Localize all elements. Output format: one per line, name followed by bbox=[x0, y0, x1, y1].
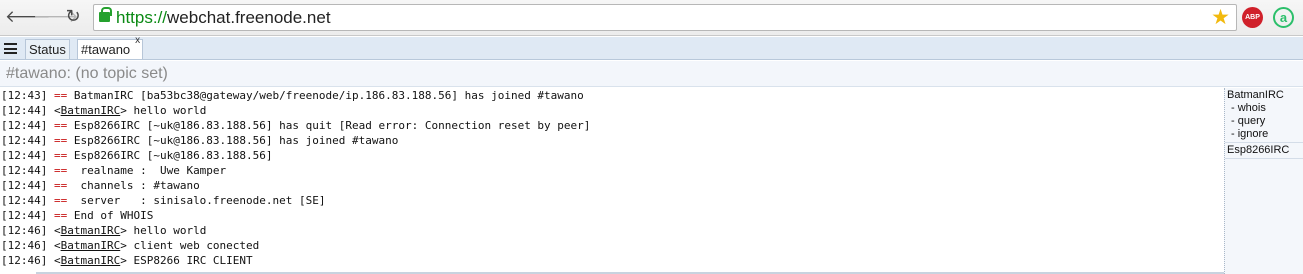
message-text: Esp8266IRC [~uk@186.83.188.56] bbox=[67, 149, 273, 162]
timestamp: [12:44] bbox=[1, 134, 48, 147]
forward-icon[interactable]: 🡒 bbox=[33, 6, 79, 28]
extension-icon[interactable]: a bbox=[1273, 7, 1294, 28]
nick-entry[interactable]: BatmanIRC - whois - query - ignore bbox=[1225, 88, 1303, 143]
timestamp: [12:44] bbox=[1, 179, 48, 192]
close-icon[interactable]: x bbox=[135, 35, 140, 47]
timestamp: [12:44] bbox=[1, 149, 48, 162]
tab-label: Status bbox=[29, 42, 66, 57]
nick-action-ignore[interactable]: - ignore bbox=[1227, 128, 1303, 141]
timestamp: [12:43] bbox=[1, 89, 48, 102]
message-text: server : sinisalo.freenode.net [SE] bbox=[67, 194, 326, 207]
log-line: [12:46] <BatmanIRC> hello world bbox=[1, 224, 207, 237]
channel-tabbar: Status #tawano x bbox=[0, 35, 1303, 60]
event-marker: == bbox=[53, 89, 68, 102]
message-nick[interactable]: BatmanIRC bbox=[61, 239, 121, 252]
hamburger-menu-icon[interactable] bbox=[4, 43, 17, 54]
event-marker: == bbox=[53, 179, 68, 192]
log-line: [12:44] == Esp8266IRC [~uk@186.83.188.56… bbox=[0, 148, 1224, 163]
log-line: [12:44] == Esp8266IRC [~uk@186.83.188.56… bbox=[0, 118, 1224, 133]
message-nick[interactable]: BatmanIRC bbox=[61, 104, 121, 117]
url-scheme: https:// bbox=[116, 8, 168, 27]
message-nick[interactable]: BatmanIRC bbox=[61, 254, 121, 267]
topic-bar: #tawano: (no topic set) bbox=[0, 61, 1303, 87]
event-marker: == bbox=[53, 194, 68, 207]
log-line: [12:46] <BatmanIRC> ESP8266 IRC CLIENT bbox=[1, 254, 253, 267]
message-text: Esp8266IRC [~uk@186.83.188.56] has quit … bbox=[67, 119, 591, 132]
message-text: hello world bbox=[126, 224, 207, 237]
log-line: [12:44] == server : sinisalo.freenode.ne… bbox=[0, 193, 1224, 208]
timestamp: [12:46] bbox=[1, 224, 48, 237]
tab-status[interactable]: Status bbox=[25, 39, 70, 59]
nick-action-query[interactable]: - query bbox=[1227, 115, 1303, 128]
tab-label: #tawano bbox=[81, 42, 131, 57]
lock-icon[interactable] bbox=[99, 7, 112, 22]
nick-entry[interactable]: Esp8266IRC bbox=[1225, 143, 1303, 159]
timestamp: [12:44] bbox=[1, 104, 48, 117]
log-line: [12:44] == realname : Uwe Kamper bbox=[0, 163, 1224, 178]
timestamp: [12:46] bbox=[1, 254, 48, 267]
event-marker: == bbox=[53, 149, 68, 162]
url-host: webchat.freenode.net bbox=[167, 8, 331, 27]
nick-name[interactable]: Esp8266IRC bbox=[1227, 144, 1303, 157]
star-icon[interactable]: ★ bbox=[1211, 6, 1230, 28]
message-text: Esp8266IRC [~uk@186.83.188.56] has joine… bbox=[67, 134, 399, 147]
message-text: End of WHOIS bbox=[67, 209, 154, 222]
log-line: [12:43] == BatmanIRC [ba53bc38@gateway/w… bbox=[0, 88, 1224, 103]
message-text: client web conected bbox=[126, 239, 260, 252]
event-marker: == bbox=[53, 164, 68, 177]
message-text: ESP8266 IRC CLIENT bbox=[126, 254, 253, 267]
nick-action-whois[interactable]: - whois bbox=[1227, 102, 1303, 115]
event-marker: == bbox=[53, 209, 68, 222]
nick-name[interactable]: BatmanIRC bbox=[1227, 89, 1303, 102]
chat-log[interactable]: [12:43] == BatmanIRC [ba53bc38@gateway/w… bbox=[0, 88, 1224, 274]
message-nick[interactable]: BatmanIRC bbox=[61, 224, 121, 237]
reload-icon[interactable]: ↻ bbox=[62, 6, 84, 28]
timestamp: [12:44] bbox=[1, 209, 48, 222]
nick-list: BatmanIRC - whois - query - ignore Esp8266IR… bbox=[1224, 88, 1303, 274]
event-marker: == bbox=[53, 119, 68, 132]
log-line: [12:44] == Esp8266IRC [~uk@186.83.188.56… bbox=[0, 133, 1224, 148]
browser-toolbar: 🡐 🡒 ↻ https://webchat.freenode.net ★ ABP… bbox=[0, 0, 1303, 36]
message-text: realname : Uwe Kamper bbox=[67, 164, 227, 177]
timestamp: [12:46] bbox=[1, 239, 48, 252]
message-text: hello world bbox=[126, 104, 207, 117]
timestamp: [12:44] bbox=[1, 119, 48, 132]
log-line: [12:46] <BatmanIRC> client web conected bbox=[1, 239, 260, 252]
log-line: [12:44] <BatmanIRC> hello world bbox=[1, 104, 207, 117]
back-icon[interactable]: 🡐 bbox=[5, 6, 51, 28]
message-text: channels : #tawano bbox=[67, 179, 200, 192]
adblock-icon[interactable]: ABP bbox=[1242, 7, 1263, 28]
message-text: BatmanIRC [ba53bc38@gateway/web/freenode… bbox=[67, 89, 584, 102]
timestamp: [12:44] bbox=[1, 194, 48, 207]
channel-topic: #tawano: (no topic set) bbox=[6, 65, 168, 82]
log-line: [12:44] == channels : #tawano bbox=[0, 178, 1224, 193]
address-bar[interactable]: https://webchat.freenode.net ★ bbox=[93, 4, 1237, 31]
timestamp: [12:44] bbox=[1, 164, 48, 177]
event-marker: == bbox=[53, 134, 68, 147]
url-text[interactable]: https://webchat.freenode.net bbox=[116, 8, 331, 28]
log-line: [12:44] == End of WHOIS bbox=[0, 208, 1224, 223]
tab-tawano[interactable]: #tawano x bbox=[77, 35, 144, 59]
